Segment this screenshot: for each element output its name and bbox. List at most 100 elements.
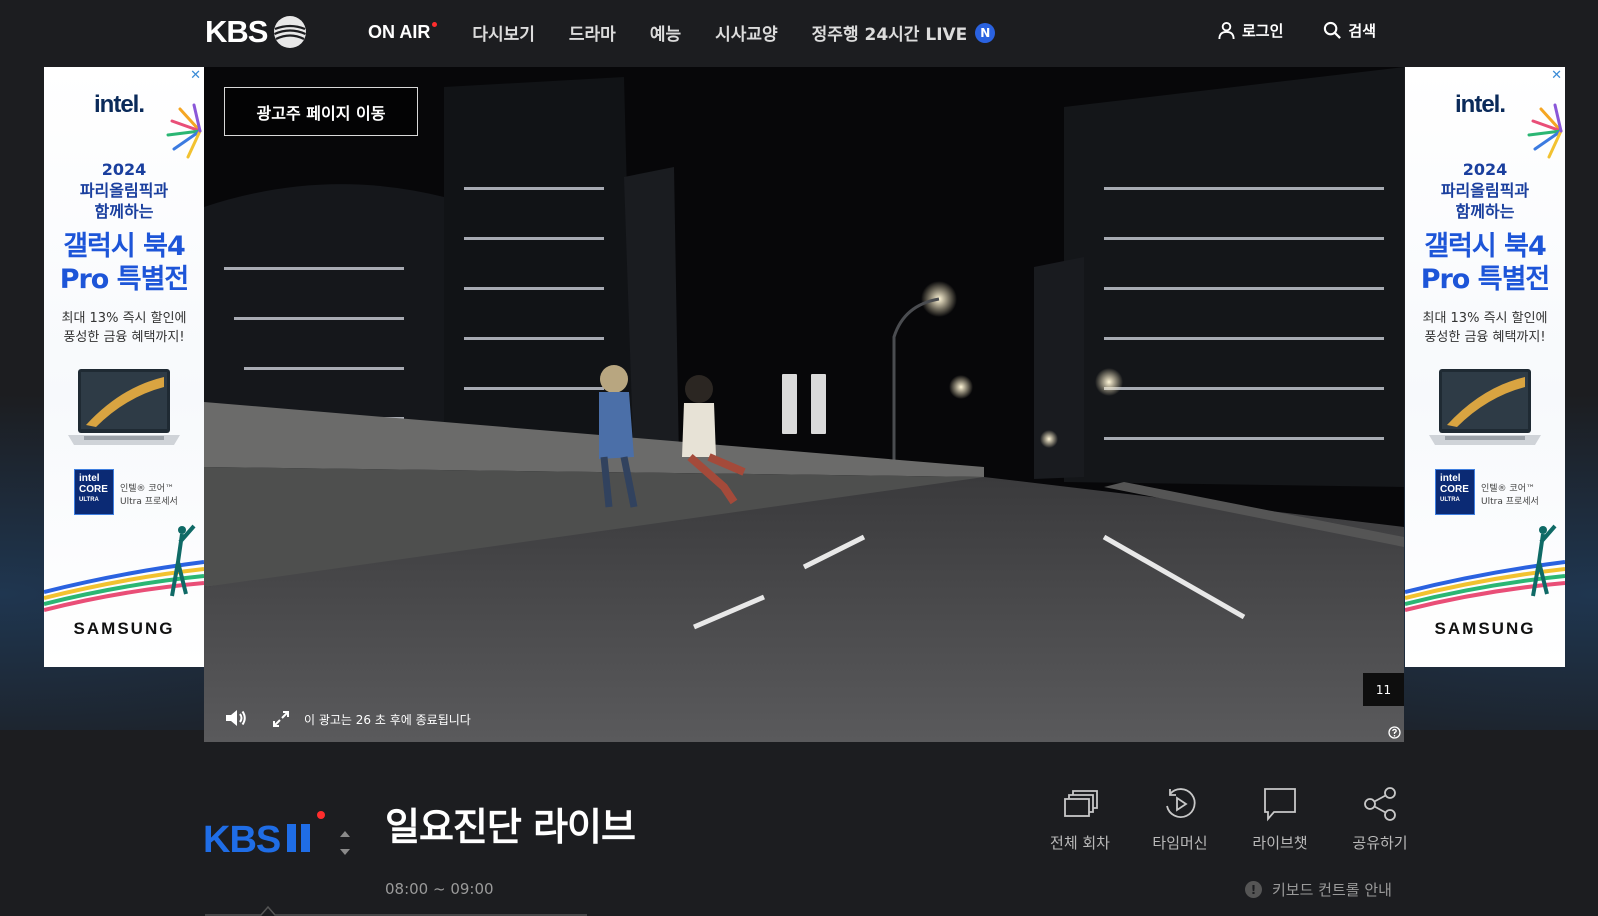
- ad-line: Ultra 프로세서: [120, 497, 178, 507]
- firework-burst-icon: [166, 103, 202, 159]
- ad-line: CORE: [1440, 484, 1469, 495]
- program-title: 일요진단 라이브: [385, 805, 636, 849]
- intel-logo: intel.: [1455, 91, 1506, 118]
- program-actions: 전체 회차 타임머신 라이브챗 공유하기: [1030, 786, 1430, 853]
- intel-core-badge: intel CORE ULTRA: [1435, 469, 1475, 515]
- ad-line: 최대 13% 즉시 할인에: [61, 311, 187, 326]
- ad-subtext: 최대 13% 즉시 할인에 풍성한 금융 혜택까지!: [44, 309, 204, 347]
- kbs-logo[interactable]: KBS: [205, 14, 315, 50]
- pause-icon[interactable]: [782, 374, 828, 434]
- nav-item-label: ON AIR: [368, 22, 431, 42]
- ad-line: intel: [79, 473, 100, 484]
- nav-item-label: 예능: [649, 25, 682, 45]
- login-button[interactable]: 로그인: [1217, 20, 1283, 41]
- nav-item-binge-live[interactable]: 정주행 24시간 LIVE N: [812, 20, 996, 45]
- keyboard-help-label: 키보드 컨트롤 안내: [1272, 881, 1392, 899]
- ad-line: intel: [1440, 473, 1461, 484]
- timemachine-button[interactable]: 타임머신: [1130, 786, 1230, 853]
- nav-item-onair[interactable]: ON AIR: [368, 20, 438, 45]
- live-dot-icon: [432, 22, 438, 27]
- nav-item-label: 정주행 24시간 LIVE: [811, 25, 968, 45]
- action-label: 타임머신: [1152, 834, 1208, 852]
- search-button[interactable]: 검색: [1323, 20, 1376, 41]
- advertiser-page-button[interactable]: 광고주 페이지 이동: [224, 87, 418, 136]
- channel-switch-arrows-icon[interactable]: [339, 828, 351, 858]
- ad-line: 파리올림픽과: [1440, 181, 1530, 200]
- video-player[interactable]: 광고주 페이지 이동 이 광고는 26 초 후에 종료됩니다 11: [204, 67, 1404, 742]
- pause-bar: [811, 374, 826, 434]
- close-icon[interactable]: ✕: [1551, 68, 1562, 83]
- kbs1-channel-logo: KBS: [203, 811, 325, 855]
- keyboard-help-link[interactable]: ! 키보드 컨트롤 안내: [1245, 879, 1392, 900]
- ad-line: Pro 특별전: [1420, 264, 1551, 295]
- samsung-logo: SAMSUNG: [1434, 619, 1536, 638]
- timemachine-icon: [1166, 788, 1196, 818]
- nav-item-label: 드라마: [568, 25, 616, 45]
- ad-line: 함께하는: [1455, 202, 1515, 221]
- ad-countdown-text: 이 광고는 26 초 후에 종료됩니다: [304, 713, 471, 727]
- ad-headline: 갤럭시 북4 Pro 특별전: [1405, 230, 1565, 296]
- ad-line: ULTRA: [79, 497, 99, 503]
- user-icon: [1218, 21, 1235, 40]
- firework-burst-icon: [1527, 103, 1563, 159]
- side-ad-left[interactable]: ✕ intel. 2024 파리올림픽과 함께하는 갤럭시 북4 Pro 특별전…: [44, 67, 204, 667]
- nav-item-replay[interactable]: 다시보기: [472, 20, 535, 45]
- close-icon[interactable]: ✕: [190, 68, 201, 83]
- share-button[interactable]: 공유하기: [1330, 786, 1430, 853]
- program-time: 08:00 ~ 09:00: [385, 880, 494, 898]
- intel-core-badge: intel CORE ULTRA: [74, 469, 114, 515]
- new-badge: N: [975, 22, 996, 43]
- svg-text:KBS: KBS: [203, 819, 280, 855]
- all-episodes-button[interactable]: 전체 회차: [1030, 786, 1130, 853]
- side-ad-right[interactable]: ✕ intel. 2024 파리올림픽과 함께하는 갤럭시 북4 Pro 특별전…: [1405, 67, 1565, 667]
- ad-line: 갤럭시 북4: [63, 231, 186, 262]
- tab-pointer: [205, 905, 587, 916]
- globe-logo-icon: [274, 16, 307, 48]
- nav-item-label: 시사교양: [715, 25, 778, 45]
- chat-icon: [1264, 788, 1296, 822]
- olympic-golfer-graphic: [44, 524, 204, 612]
- search-label: 검색: [1348, 22, 1376, 40]
- ad-year-text: 2024 파리올림픽과 함께하는: [1405, 159, 1565, 222]
- header-actions: 로그인 검색: [1217, 20, 1376, 41]
- info-icon: !: [1245, 881, 1262, 898]
- ad-skip-counter[interactable]: 11: [1363, 673, 1404, 706]
- fullscreen-icon[interactable]: [272, 710, 290, 728]
- help-icon[interactable]: [1388, 726, 1401, 739]
- ad-line: ULTRA: [1440, 497, 1460, 503]
- nav-item-drama[interactable]: 드라마: [569, 20, 616, 45]
- ad-line: 인텔® 코어™: [120, 484, 174, 494]
- nav-item-entertainment[interactable]: 예능: [650, 20, 681, 45]
- ad-line: 인텔® 코어™: [1481, 484, 1535, 494]
- olympic-golfer-graphic: [1405, 524, 1565, 612]
- ad-line: CORE: [79, 484, 108, 495]
- nav-item-current-affairs[interactable]: 시사교양: [715, 20, 778, 45]
- ad-line: 파리올림픽과: [79, 181, 169, 200]
- action-label: 전체 회차: [1050, 834, 1110, 852]
- ad-line: 2024: [1462, 160, 1508, 179]
- share-icon: [1364, 787, 1396, 821]
- ad-line: 함께하는: [94, 202, 154, 221]
- ad-line: Ultra 프로세서: [1481, 497, 1539, 507]
- action-label: 공유하기: [1352, 834, 1408, 852]
- pause-bar: [782, 374, 797, 434]
- ad-year-text: 2024 파리올림픽과 함께하는: [44, 159, 204, 222]
- ad-subtext: 최대 13% 즉시 할인에 풍성한 금융 혜택까지!: [1405, 309, 1565, 347]
- ad-line: Pro 특별전: [59, 264, 190, 295]
- ad-line: 풍성한 금융 혜택까지!: [63, 330, 185, 345]
- top-header: KBS ON AIR 다시보기 드라마 예능 시사교양 정주행 24시간 LIV…: [0, 0, 1598, 66]
- live-chat-button[interactable]: 라이브챗: [1230, 786, 1330, 853]
- ad-line: 풍성한 금융 혜택까지!: [1424, 330, 1546, 345]
- ad-line: 2024: [101, 160, 147, 179]
- laptop-image: [1429, 369, 1541, 445]
- intel-core-text: 인텔® 코어™ Ultra 프로세서: [120, 483, 178, 509]
- intel-core-text: 인텔® 코어™ Ultra 프로세서: [1481, 483, 1539, 509]
- ad-line: 갤럭시 북4: [1424, 231, 1547, 262]
- ad-headline: 갤럭시 북4 Pro 특별전: [44, 230, 204, 296]
- login-label: 로그인: [1241, 22, 1284, 40]
- episodes-icon: [1064, 790, 1098, 817]
- volume-icon[interactable]: [224, 707, 248, 729]
- main-nav: ON AIR 다시보기 드라마 예능 시사교양 정주행 24시간 LIVE N: [368, 20, 1029, 45]
- action-label: 라이브챗: [1252, 834, 1308, 852]
- nav-item-label: 다시보기: [472, 25, 535, 45]
